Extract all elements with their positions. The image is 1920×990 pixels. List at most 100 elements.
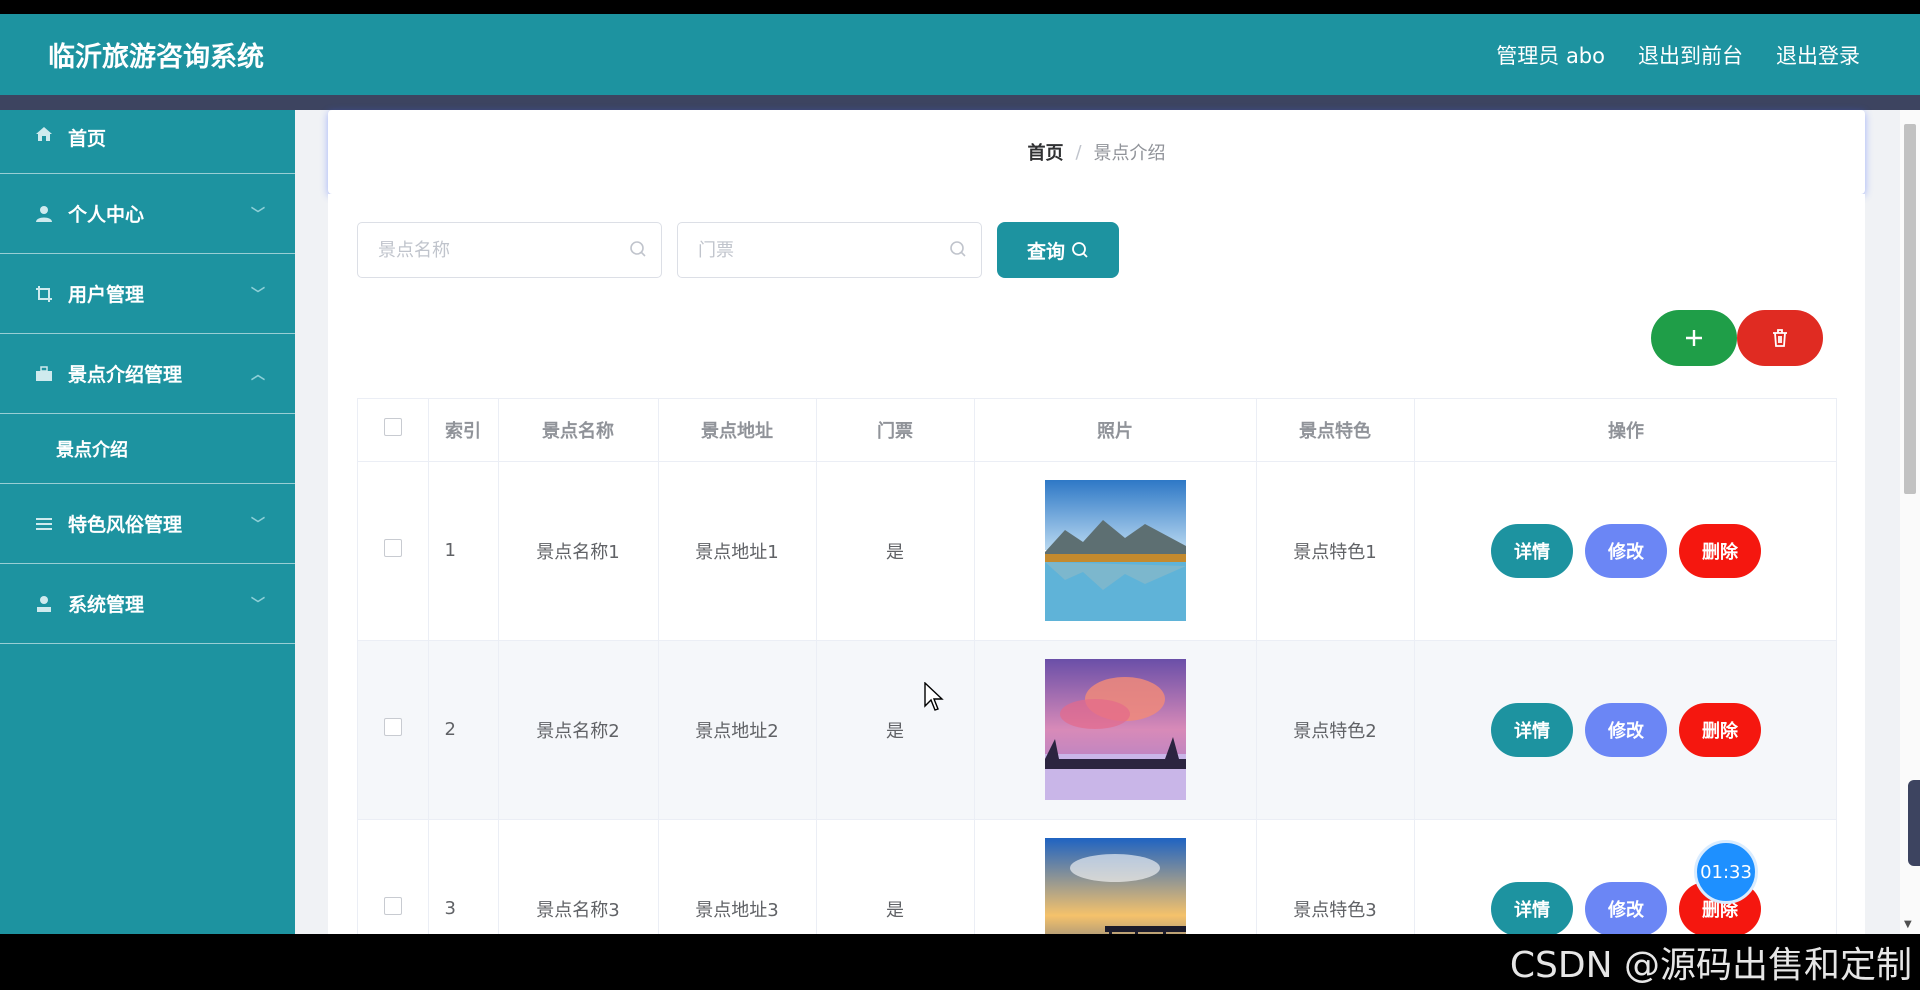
column-header: 门票: [816, 399, 975, 462]
delete-button[interactable]: 删除: [1679, 702, 1761, 757]
chevron-down-icon: ﹀: [251, 596, 265, 613]
sidebar-subitem-scenic-intro[interactable]: 景点介绍: [0, 414, 295, 484]
list-icon: [34, 514, 54, 534]
sidebar-item-personal-center[interactable]: 个人中心 ﹀: [0, 174, 295, 254]
scrollbar-thumb[interactable]: [1904, 124, 1916, 494]
table-row: 1 景点名称1 景点地址1 是 景点特色1 详情 修改 删除: [358, 461, 1836, 641]
column-header: 景点名称: [498, 399, 659, 462]
top-header: 临沂旅游咨询系统 管理员 abo 退出到前台 退出登录: [0, 14, 1920, 95]
feature-cell: 景点特色1: [1256, 461, 1415, 641]
ticket-cell: 是: [816, 819, 975, 934]
sidebar-item-system-management[interactable]: 系统管理 ﹀: [0, 564, 295, 644]
sidebar-item-custom-management[interactable]: 特色风俗管理 ﹀: [0, 484, 295, 564]
search-icon: [950, 241, 966, 257]
sidebar-item-label: 个人中心: [68, 204, 145, 226]
scroll-down-arrow-icon[interactable]: ▼: [1904, 919, 1912, 930]
chevron-up-icon: ︿: [251, 366, 265, 383]
actions-cell: 详情 修改 删除: [1414, 819, 1836, 934]
breadcrumb-separator: /: [1075, 141, 1082, 163]
detail-button[interactable]: 详情: [1491, 881, 1573, 934]
ticket-cell: 是: [816, 461, 975, 641]
name-cell: 景点名称2: [498, 640, 659, 820]
scenic-photo-pier-sunset: [1044, 838, 1186, 934]
app-title: 临沂旅游咨询系统: [48, 42, 264, 73]
sidebar-item-label: 景点介绍管理: [68, 364, 183, 386]
photo-cell: [974, 461, 1257, 641]
ticket-input[interactable]: [698, 239, 938, 261]
plus-icon: [1686, 330, 1702, 346]
query-button[interactable]: 查询: [997, 222, 1119, 278]
column-header: 操作: [1414, 399, 1836, 462]
sidebar: 首页 个人中心 ﹀ 用户管理 ﹀ 景点介绍管理 ︿ 景点介绍 特色风俗管理 ﹀ …: [0, 110, 295, 934]
sidebar-item-label: 首页: [68, 128, 107, 150]
row-select-cell: [358, 819, 429, 934]
row-select-cell: [358, 461, 429, 641]
header-strip: [0, 95, 1920, 110]
logout-link[interactable]: 退出登录: [1776, 40, 1860, 70]
column-header: 景点特色: [1256, 399, 1415, 462]
chevron-down-icon: ﹀: [251, 516, 265, 533]
select-all-checkbox[interactable]: [383, 418, 402, 437]
briefcase-icon: [34, 364, 54, 384]
photo-cell: [974, 819, 1257, 934]
scenic-table: 索引 景点名称 景点地址 门票 照片 景点特色 操作 1 景点名称1 景点地址1…: [357, 398, 1837, 934]
search-icon: [630, 241, 646, 257]
scenic-photo-lake: [1044, 480, 1186, 621]
detail-button[interactable]: 详情: [1491, 523, 1573, 578]
row-checkbox[interactable]: [383, 539, 402, 557]
address-cell: 景点地址3: [658, 819, 817, 934]
row-checkbox[interactable]: [383, 718, 402, 736]
scenic-photo-sunset-clouds: [1044, 659, 1186, 800]
edit-button[interactable]: 修改: [1585, 702, 1667, 757]
chevron-down-icon: ﹀: [251, 206, 265, 223]
sidebar-item-label: 系统管理: [68, 594, 145, 616]
crop-icon: [34, 284, 54, 304]
column-header: 照片: [974, 399, 1257, 462]
search-icon: [1072, 242, 1088, 258]
row-checkbox[interactable]: [383, 897, 402, 915]
scenic-name-input[interactable]: [378, 239, 618, 261]
ticket-search-field[interactable]: [677, 222, 982, 278]
mouse-cursor-icon: [924, 682, 944, 711]
breadcrumb-home[interactable]: 首页: [1027, 139, 1063, 165]
address-cell: 景点地址2: [658, 640, 817, 820]
index-cell: 2: [428, 640, 499, 820]
column-header: 景点地址: [658, 399, 817, 462]
sidebar-item-scenic-management[interactable]: 景点介绍管理 ︿: [0, 334, 295, 414]
column-header: 索引: [428, 399, 499, 462]
address-cell: 景点地址1: [658, 461, 817, 641]
sidebar-item-label: 用户管理: [68, 284, 145, 306]
index-cell: 3: [428, 819, 499, 934]
select-all-cell: [358, 399, 429, 462]
table-header-row: 索引 景点名称 景点地址 门票 照片 景点特色 操作: [358, 399, 1836, 462]
detail-button[interactable]: 详情: [1491, 702, 1573, 757]
table-row: 3 景点名称3 景点地址3 是 景点特色3 详情 修改 删除: [358, 819, 1836, 934]
index-cell: 1: [428, 461, 499, 641]
query-button-label: 查询: [1026, 240, 1065, 263]
name-cell: 景点名称3: [498, 819, 659, 934]
side-handle[interactable]: [1908, 780, 1920, 866]
ticket-cell: 是: [816, 640, 975, 820]
actions-cell: 详情 修改 删除: [1414, 461, 1836, 641]
edit-button[interactable]: 修改: [1585, 881, 1667, 934]
delete-button[interactable]: 删除: [1679, 523, 1761, 578]
user-icon: [34, 204, 54, 224]
edit-button[interactable]: 修改: [1585, 523, 1667, 578]
user-admin-icon: [34, 594, 54, 614]
batch-delete-button[interactable]: [1737, 310, 1823, 366]
row-select-cell: [358, 640, 429, 820]
name-cell: 景点名称1: [498, 461, 659, 641]
sidebar-item-user-management[interactable]: 用户管理 ﹀: [0, 254, 295, 334]
sidebar-item-home[interactable]: 首页: [0, 110, 295, 174]
breadcrumb-current: 景点介绍: [1093, 143, 1166, 164]
admin-user-label[interactable]: 管理员 abo: [1496, 40, 1605, 70]
app-screen: 临沂旅游咨询系统 管理员 abo 退出到前台 退出登录 首页 个人中心 ﹀ 用户…: [0, 14, 1920, 934]
add-button[interactable]: [1651, 310, 1737, 366]
feature-cell: 景点特色2: [1256, 640, 1415, 820]
photo-cell: [974, 640, 1257, 820]
sidebar-item-label: 特色风俗管理: [68, 514, 183, 536]
header-actions: 管理员 abo 退出到前台 退出登录: [1496, 40, 1860, 70]
exit-to-front-link[interactable]: 退出到前台: [1638, 40, 1743, 70]
scenic-name-search-field[interactable]: [357, 222, 662, 278]
chevron-down-icon: ﹀: [251, 286, 265, 303]
